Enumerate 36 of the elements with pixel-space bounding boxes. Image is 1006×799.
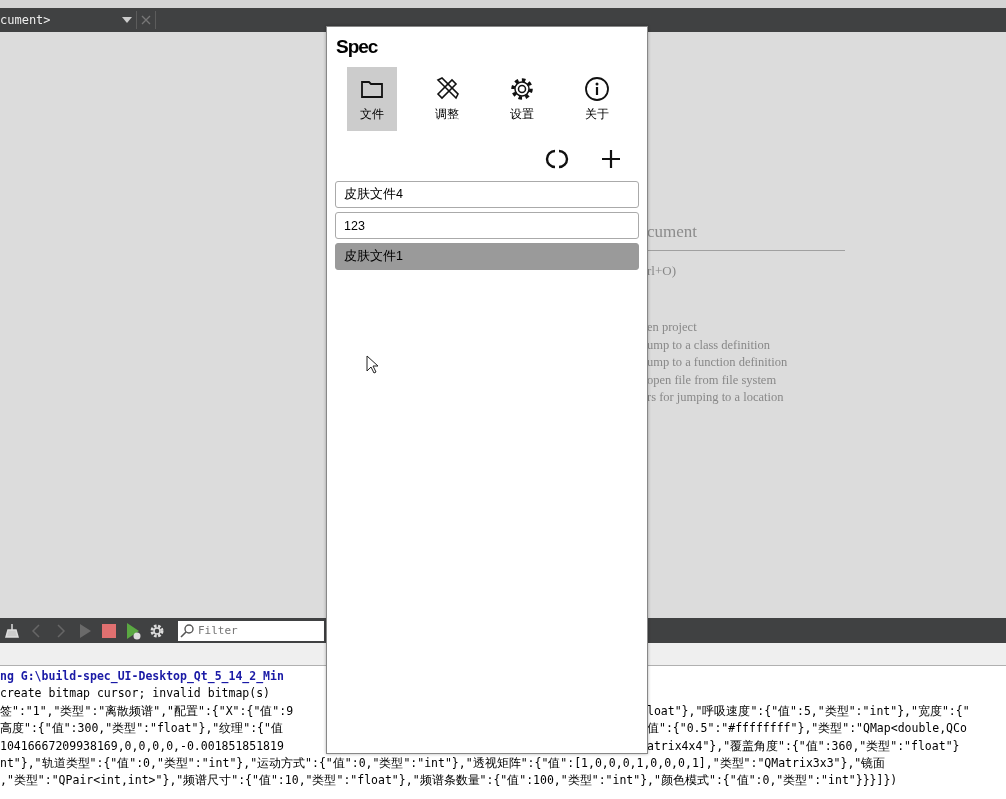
output-line: 值":{"0.5":"#ffffffff"},"类型":"QMap<double,QCo [647, 720, 968, 738]
dropdown-caret-icon[interactable] [122, 17, 132, 23]
cursor-icon [366, 355, 379, 374]
refresh-icon[interactable] [545, 147, 569, 171]
document-tab-label[interactable]: cument> [0, 13, 122, 27]
shortcut-text: rl+O) [647, 263, 677, 279]
hint-text: ump to a function definition [647, 354, 789, 371]
file-list-item[interactable]: 123 [335, 212, 639, 239]
hint-text: en project [647, 319, 698, 336]
nav-tab[interactable]: 关于 [572, 67, 622, 131]
output-line: loat"},"呼吸速度":{"值":5,"类型":"int"},"宽度":{" [647, 702, 971, 720]
hint-text: ump to a class definition [647, 336, 771, 354]
output-line: ,"类型":"QPair<int,int>"},"频谱尺寸":{"值":10,"类型":"float"},"频谱条数量":{"值":100,"类型":"int"},"颜色模式":{"值":0,"类型":"int"}}}]}) [0, 772, 899, 790]
output-line: atrix4x4"},"覆盖角度":{"值":360,"类型":"float"} [647, 737, 961, 755]
output-line: 10416667209938169,0,0,0,0,-0.001851851819 [0, 737, 285, 755]
add-icon[interactable] [599, 147, 623, 171]
output-line: ng G:\build-spec_UI-Desktop_Qt_5_14_2_Min [0, 668, 285, 686]
file-list-item[interactable]: 皮肤文件4 [335, 181, 639, 208]
search-icon [178, 620, 198, 641]
broom-icon[interactable] [4, 621, 22, 640]
filter-field[interactable]: Filter [198, 620, 324, 641]
nav-tab[interactable]: 文件 [347, 67, 397, 131]
output-line: nt"},"轨道类型":{"值":0,"类型":"int"},"运动方式":{"值":0,"类型":"int"},"透视矩阵":{"值":[1,0,0,0,1,0,0,0,1],"类型":"QMatrix3x3"},"镜面 [0, 755, 887, 773]
output-line: create bitmap cursor; invalid bitmap(s) [0, 685, 272, 703]
output-line: 高度":{"值":300,"类型":"float"},"纹理":{"值 [0, 720, 284, 738]
info-icon [583, 75, 611, 103]
output-line: 签":"1","类型":"离散频谱","配置":{"X":{"值":9 [0, 702, 295, 720]
run-debug-icon[interactable] [124, 621, 142, 640]
file-list-item[interactable]: 皮肤文件1 [335, 243, 639, 270]
hint-text: open file from file system [647, 371, 778, 389]
stop-icon[interactable] [100, 621, 118, 640]
hint-text: rs for jumping to a location [647, 389, 785, 406]
settings-icon [508, 75, 536, 103]
window-title: Spec [336, 36, 379, 58]
nav-tab[interactable]: 设置 [497, 67, 547, 131]
nav-tab[interactable]: 调整 [422, 67, 472, 131]
